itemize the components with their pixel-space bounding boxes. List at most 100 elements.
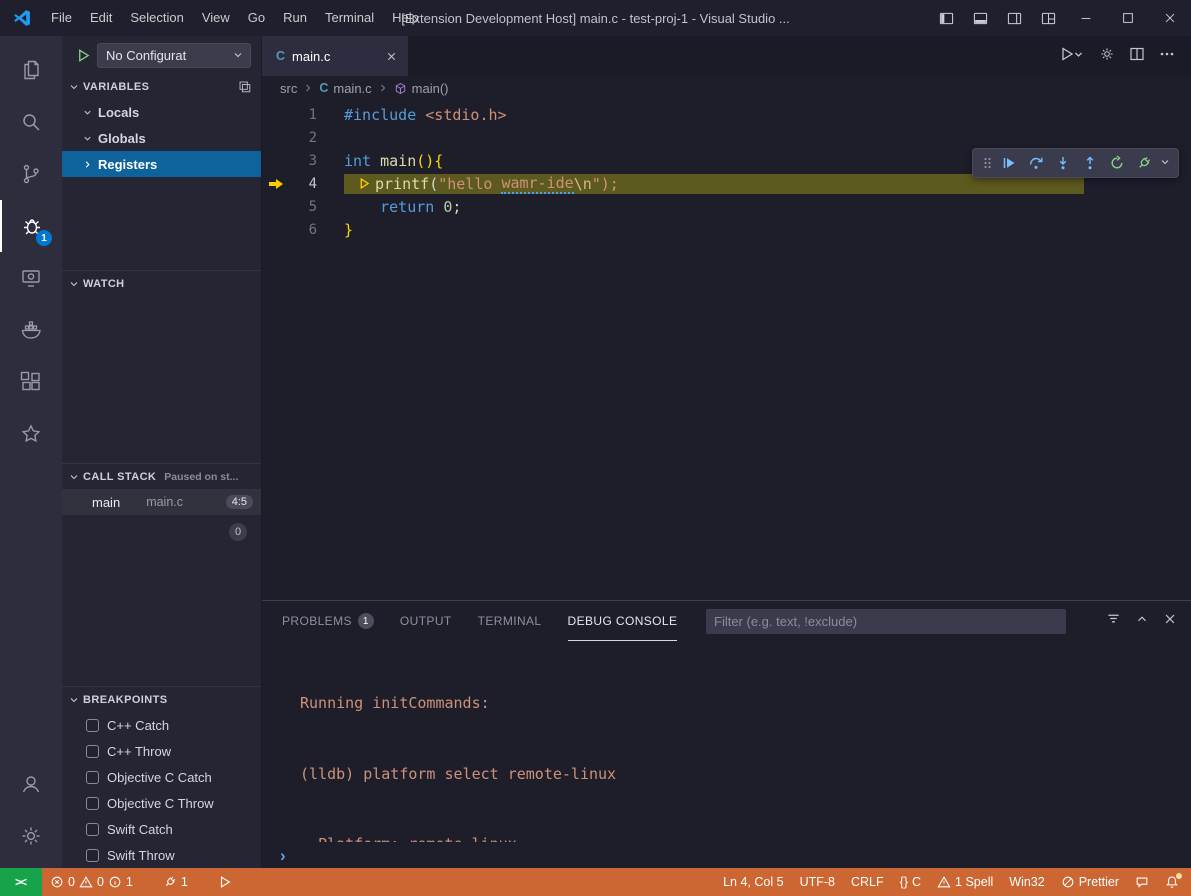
tab-output[interactable]: OUTPUT <box>400 601 452 641</box>
toggle-secondary-sidebar-icon[interactable] <box>997 0 1031 36</box>
close-button[interactable] <box>1149 0 1191 36</box>
tab-terminal[interactable]: TERMINAL <box>478 601 542 641</box>
breakpoints-header[interactable]: BREAKPOINTS <box>62 687 261 712</box>
filter-lines-icon[interactable] <box>1106 611 1121 631</box>
activity-docker[interactable] <box>0 304 62 356</box>
menu-selection[interactable]: Selection <box>121 0 192 36</box>
breakpoint-objc-throw[interactable]: Objective C Throw <box>62 790 261 816</box>
watch-header[interactable]: WATCH <box>62 271 261 296</box>
panel-icon[interactable] <box>238 80 251 93</box>
error-count: 0 <box>68 875 75 889</box>
remote-indicator[interactable]: >< <box>0 868 42 896</box>
encoding-indicator[interactable]: UTF-8 <box>792 868 843 896</box>
menu-edit[interactable]: Edit <box>81 0 121 36</box>
window-controls <box>929 0 1191 36</box>
eol-indicator[interactable]: CRLF <box>843 868 892 896</box>
platform-indicator[interactable]: Win32 <box>1001 868 1052 896</box>
continue-button[interactable] <box>997 150 1021 176</box>
tab-debug-console[interactable]: DEBUG CONSOLE <box>568 601 678 641</box>
stack-frame-row[interactable]: main main.c 4:5 <box>62 489 261 515</box>
checkbox[interactable] <box>86 823 99 836</box>
code-line-6[interactable]: 6 } <box>262 218 1191 241</box>
variables-scope-registers[interactable]: Registers <box>62 151 261 177</box>
chevron-down-icon[interactable] <box>1159 154 1171 172</box>
spell-checker-status[interactable]: 1 Spell <box>929 868 1001 896</box>
activity-search[interactable] <box>0 96 62 148</box>
code-line-5[interactable]: 5 return 0; <box>262 195 1191 218</box>
code-editor[interactable]: 1 #include <stdio.h> 2 3 int main(){ 4 <box>262 100 1191 600</box>
debug-console-input[interactable]: › <box>262 842 1191 868</box>
language-mode[interactable]: {}C <box>892 868 929 896</box>
activity-run-and-debug[interactable]: 1 <box>0 200 62 252</box>
activity-explorer[interactable] <box>0 44 62 96</box>
problems-indicator[interactable]: 0 0 1 <box>42 868 141 896</box>
menu-view[interactable]: View <box>193 0 239 36</box>
notifications-button[interactable] <box>1157 868 1187 896</box>
activity-extensions[interactable] <box>0 356 62 408</box>
settings-button[interactable] <box>0 810 62 862</box>
close-tab-icon[interactable] <box>385 50 398 63</box>
breakpoint-cpp-throw[interactable]: C++ Throw <box>62 738 261 764</box>
step-into-button[interactable] <box>1051 150 1075 176</box>
breakpoint-label: Objective C Throw <box>107 796 214 811</box>
menu-file[interactable]: File <box>42 0 81 36</box>
minimize-button[interactable] <box>1065 0 1107 36</box>
accounts-button[interactable] <box>0 758 62 810</box>
menu-go[interactable]: Go <box>239 0 274 36</box>
chevron-right-icon <box>377 82 389 94</box>
activity-source-control[interactable] <box>0 148 62 200</box>
checkbox[interactable] <box>86 849 99 862</box>
maximize-button[interactable] <box>1107 0 1149 36</box>
toggle-primary-sidebar-icon[interactable] <box>929 0 963 36</box>
checkbox[interactable] <box>86 719 99 732</box>
ports-indicator[interactable]: 1 <box>155 868 196 896</box>
formatter-status[interactable]: Prettier <box>1053 868 1127 896</box>
restart-button[interactable] <box>1105 150 1129 176</box>
split-editor-icon[interactable] <box>1129 46 1145 67</box>
variables-header[interactable]: VARIABLES <box>62 74 261 99</box>
code-line-1[interactable]: 1 #include <stdio.h> <box>262 103 1191 126</box>
start-debugging-button[interactable] <box>76 48 91 63</box>
activity-remote-explorer[interactable] <box>0 252 62 304</box>
menu-run[interactable]: Run <box>274 0 316 36</box>
console-filter-input[interactable] <box>706 609 1066 634</box>
cursor-position[interactable]: Ln 4, Col 5 <box>715 868 791 896</box>
code-line-2[interactable]: 2 <box>262 126 1191 149</box>
run-with-dropdown-icon[interactable] <box>1059 46 1085 67</box>
breakpoint-cpp-catch[interactable]: C++ Catch <box>62 712 261 738</box>
breakpoint-objc-catch[interactable]: Objective C Catch <box>62 764 261 790</box>
disconnect-button[interactable] <box>1132 150 1156 176</box>
close-panel-icon[interactable] <box>1163 612 1177 631</box>
checkbox[interactable] <box>86 771 99 784</box>
feedback-button[interactable] <box>1127 868 1157 896</box>
inline-breakpoint-icon[interactable] <box>358 177 371 190</box>
menu-terminal[interactable]: Terminal <box>316 0 383 36</box>
step-over-button[interactable] <box>1024 150 1048 176</box>
launch-configuration-dropdown[interactable]: No Configurat <box>97 43 251 68</box>
more-actions-icon[interactable] <box>1159 46 1175 67</box>
call-stack-header[interactable]: CALL STACK Paused on st... <box>62 464 261 489</box>
breakpoint-swift-catch[interactable]: Swift Catch <box>62 816 261 842</box>
checkbox[interactable] <box>86 745 99 758</box>
breadcrumb-symbol[interactable]: main() <box>412 81 449 96</box>
activity-favorites[interactable] <box>0 408 62 460</box>
maximize-panel-icon[interactable] <box>1135 612 1149 631</box>
variables-title: VARIABLES <box>83 81 149 93</box>
debug-console-output[interactable]: Running initCommands: (lldb) platform se… <box>262 641 1191 842</box>
breadcrumb-folder[interactable]: src <box>280 81 297 96</box>
breakpoint-swift-throw[interactable]: Swift Throw <box>62 842 261 868</box>
glyph-margin[interactable] <box>262 178 289 190</box>
customize-layout-icon[interactable] <box>1031 0 1065 36</box>
tab-problems[interactable]: PROBLEMS1 <box>282 601 374 641</box>
gear-icon[interactable] <box>1099 46 1115 67</box>
breadcrumb-file[interactable]: main.c <box>333 81 371 96</box>
toggle-panel-icon[interactable] <box>963 0 997 36</box>
variables-scope-locals[interactable]: Locals <box>62 99 261 125</box>
ports-count: 1 <box>181 875 188 889</box>
checkbox[interactable] <box>86 797 99 810</box>
drag-grip-icon[interactable] <box>980 155 994 171</box>
variables-scope-globals[interactable]: Globals <box>62 125 261 151</box>
debug-status-button[interactable] <box>210 868 240 896</box>
tab-main-c[interactable]: C main.c <box>262 36 408 76</box>
step-out-button[interactable] <box>1078 150 1102 176</box>
